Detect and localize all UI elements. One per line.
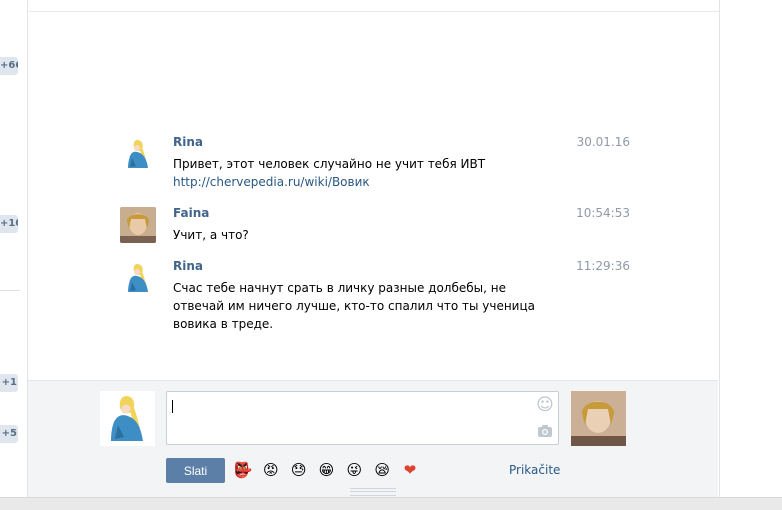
my-avatar[interactable] [100, 391, 155, 446]
goblin-emoji-icon[interactable]: 👺 [233, 460, 253, 480]
message-link[interactable]: http://chervepedia.ru/wiki/Вовик [173, 173, 553, 191]
counter-badge[interactable]: +66 [0, 57, 18, 75]
message-item: Rina 11:29:36 Счас тебе начнут срать в л… [120, 259, 630, 340]
attach-link[interactable]: Prikačite [509, 463, 560, 477]
counter-badge[interactable]: +5 [0, 425, 18, 443]
peer-avatar[interactable] [571, 391, 626, 446]
wink-tongue-emoji-icon[interactable]: 😜 [344, 460, 364, 480]
counter-badge[interactable]: +1 [0, 374, 18, 392]
panel-top-divider [27, 11, 719, 12]
message-author[interactable]: Faina [173, 206, 209, 220]
emoji-bar: 👺 😡 😓 😁 😜 😪 ❤ [233, 460, 424, 480]
sweat-face-emoji-icon[interactable]: 😓 [289, 460, 309, 480]
message-time: 11:29:36 [576, 259, 630, 273]
message-text: Счас тебе начнут срать в личку разные до… [173, 281, 536, 331]
message-body: Привет, этот человек случайно не учит те… [173, 157, 486, 171]
avatar[interactable] [120, 136, 156, 172]
sidebar-divider [0, 290, 20, 291]
message-author[interactable]: Rina [173, 135, 203, 149]
message-text: Привет, этот человек случайно не учит те… [173, 155, 553, 191]
message-item: Faina 10:54:53 Учит, а что? [120, 206, 630, 247]
send-button[interactable]: Slati [166, 458, 225, 483]
avatar[interactable] [120, 260, 156, 296]
angry-face-emoji-icon[interactable]: 😡 [261, 460, 281, 480]
text-caret [172, 400, 173, 413]
message-text: Учит, а что? [173, 228, 249, 242]
message-item: Rina 30.01.16 Привет, этот человек случа… [120, 135, 630, 192]
camera-icon[interactable] [536, 424, 554, 440]
horizontal-scrollbar[interactable] [0, 497, 782, 510]
message-author[interactable]: Rina [173, 259, 203, 273]
sleepy-face-emoji-icon[interactable]: 😪 [372, 460, 392, 480]
counter-badge[interactable]: +10 [0, 215, 18, 233]
smile-icon[interactable]: ☺ [536, 396, 554, 414]
message-input[interactable]: ☺ [166, 391, 559, 445]
message-time: 10:54:53 [576, 206, 630, 220]
resize-handle[interactable] [350, 488, 396, 496]
message-time: 30.01.16 [576, 135, 630, 149]
grin-face-emoji-icon[interactable]: 😁 [316, 460, 336, 480]
avatar[interactable] [120, 207, 156, 243]
heart-emoji-icon[interactable]: ❤ [400, 460, 420, 480]
